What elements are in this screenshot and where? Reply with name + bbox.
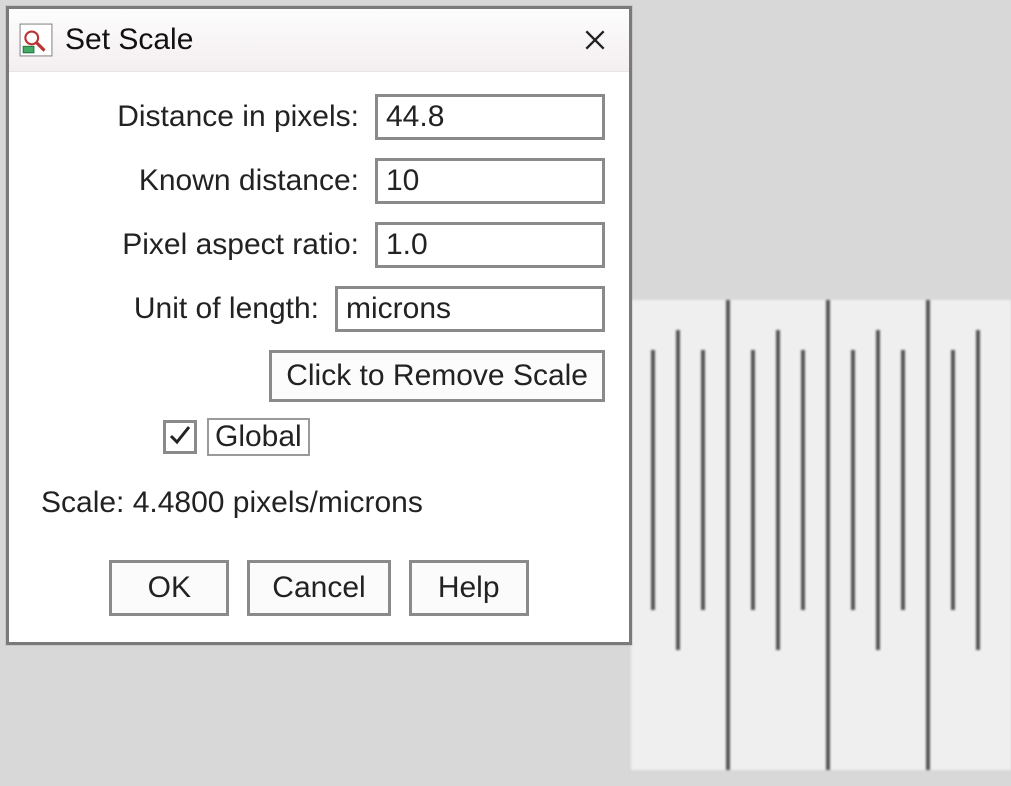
check-icon [167,421,191,449]
app-icon [19,23,53,57]
background-ruler [631,300,1011,770]
known-distance-input[interactable] [375,158,605,204]
close-button[interactable] [571,16,619,64]
global-checkbox[interactable] [163,420,197,454]
known-distance-label: Known distance: [139,164,375,198]
unit-label: Unit of length: [134,292,335,326]
help-button[interactable]: Help [409,560,529,616]
global-checkbox-label: Global [207,418,310,456]
close-icon [582,27,608,53]
aspect-ratio-label: Pixel aspect ratio: [122,228,375,262]
dialog-title: Set Scale [65,23,571,57]
scale-readout: Scale: 4.4800 pixels/microns [41,486,605,520]
distance-label: Distance in pixels: [117,100,375,134]
cancel-button[interactable]: Cancel [247,560,390,616]
remove-scale-button[interactable]: Click to Remove Scale [269,350,605,402]
distance-input[interactable] [375,94,605,140]
aspect-ratio-input[interactable] [375,222,605,268]
ok-button[interactable]: OK [109,560,229,616]
titlebar: Set Scale [9,9,629,72]
unit-input[interactable] [335,286,605,332]
set-scale-dialog: Set Scale Distance in pixels: Known dist… [6,6,632,645]
